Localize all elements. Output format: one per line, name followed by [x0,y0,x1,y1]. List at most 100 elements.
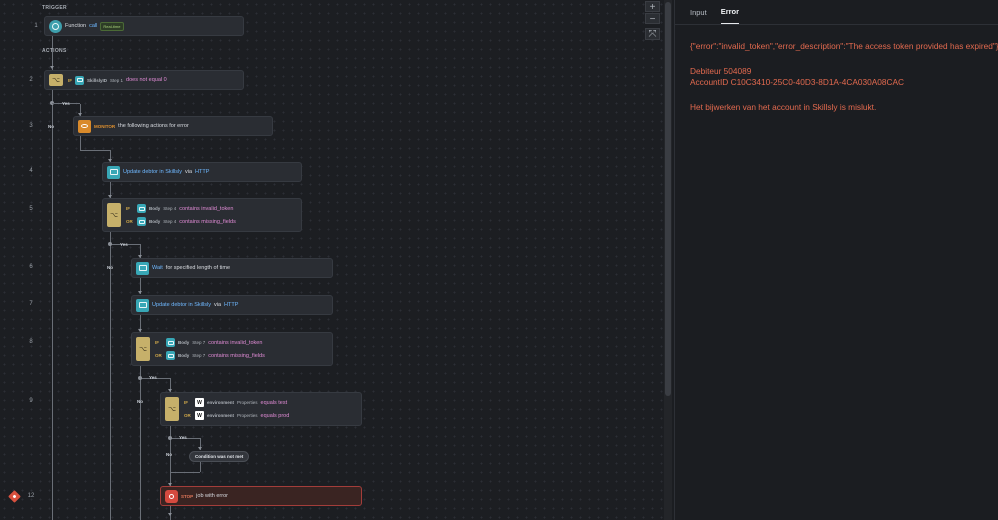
error-json: {"error":"invalid_token","error_descript… [690,41,998,51]
step-number: 12 [27,493,35,499]
via-text: via [185,169,193,175]
condition-field: SkillslyID [87,77,108,83]
branch-dot [168,436,172,440]
fit-view-button[interactable]: ⤧ [645,28,660,40]
step-3-text: the following actions for error [118,123,189,129]
step-7-http-node[interactable]: Update debtor in Skillsly via HTTP [131,295,333,315]
http-icon [137,204,146,213]
zoom-in-button[interactable]: + [645,1,660,13]
skillsly-icon [75,75,84,85]
monitor-icon [78,119,91,133]
error-warning-icon[interactable] [8,490,21,503]
condition-field: Body [149,219,161,224]
workflow-canvas[interactable]: TRIGGER ACTIONS 1 Function call Real-tim… [0,0,672,520]
or-keyword: OR [184,413,191,418]
step-5-if-node[interactable]: ⌥ IF Body Step 4 contains invalid_token … [102,198,302,232]
step-3-monitor-node[interactable]: MONITOR the following actions for error [73,116,273,136]
step-2-if-node[interactable]: ⌥ IF SkillslyID Step 1 does not equal 0 [44,70,244,90]
yes-branch-label: Yes [149,375,157,380]
step-number: 2 [29,77,33,83]
actions-section-label: ACTIONS [42,48,67,54]
step-8-if-node[interactable]: ⌥ IF Body Step 7 contains invalid_token … [131,332,333,366]
arrow-icon [198,447,202,450]
function-icon [49,19,62,33]
step-6-wait-node[interactable]: Wait for specified length of time [131,258,333,278]
yes-branch-label: Yes [179,435,187,440]
condition-operator: equals prod [260,412,290,419]
webflow-logo-icon: W [195,398,204,407]
step-1-name: Function [65,23,87,29]
step-number: 9 [29,398,33,404]
condition-field: Body [178,353,190,358]
condition-field: Body [178,340,190,345]
condition-not-met-pill: Condition was not met [189,451,250,462]
details-panel: Input Error {"error":"invalid_token","er… [674,0,998,520]
step-1-trigger-node[interactable]: Function call Real-time [44,16,244,36]
connector [140,366,141,520]
http-icon [166,338,175,347]
yes-branch-label: Yes [62,101,70,106]
if-keyword: IF [184,400,188,405]
condition-prop: Properties [237,413,258,418]
step-6-text: for specified length of time [165,265,230,271]
connector [80,150,110,151]
http-icon [136,298,149,312]
step-7-text[interactable]: Update debtor in Skillsly [152,302,211,308]
tab-error[interactable]: Error [720,7,740,24]
step-number: 1 [34,23,38,29]
zoom-controls: + − ⤧ [645,1,660,40]
http-link[interactable]: HTTP [195,169,209,175]
zoom-out-button[interactable]: − [645,13,660,25]
step-4-text[interactable]: Update debtor in Skillsly [123,169,182,175]
tab-input[interactable]: Input [690,8,707,24]
condition-field: environment [207,400,235,405]
stop-icon [165,489,178,503]
arrow-icon [138,291,142,294]
step-12-text: job with error [196,493,228,499]
connector [80,136,81,150]
step-number: 8 [29,339,33,345]
step-number: 4 [29,168,33,174]
or-keyword: OR [126,219,133,224]
step-12-stop-node[interactable]: STOP job with error [160,486,362,506]
webflow-logo-icon: W [195,411,204,420]
condition-operator: equals test [260,399,288,406]
step-number: 6 [29,264,33,270]
condition-step: Step 4 [163,206,177,211]
step-1-link[interactable]: call [89,23,97,29]
arrow-icon [50,66,54,69]
branch-dot [108,242,112,246]
http-icon [137,217,146,226]
step-4-http-node[interactable]: Update debtor in Skillsly via HTTP [102,162,302,182]
error-message: Het bijwerken van het account in Skillsl… [690,102,877,112]
debiteur-line: Debiteur 504089 [690,66,752,76]
if-keyword: IF [155,340,159,345]
http-link[interactable]: HTTP [224,302,238,308]
branch-dot [138,376,142,380]
condition-prop: Properties [237,400,258,405]
condition-step: Step 7 [192,353,206,358]
wait-link[interactable]: Wait [152,265,163,271]
condition-step: Step 1 [110,77,124,83]
realtime-badge: Real-time [100,21,124,31]
step-9-if-node[interactable]: ⌥ IF W environment Properties equals tes… [160,392,362,426]
condition-field: environment [207,413,235,418]
canvas-scrollbar[interactable] [664,0,672,520]
scrollbar-thumb[interactable] [665,2,671,396]
condition-operator: contains invalid_token [179,205,234,212]
monitor-keyword: MONITOR [94,123,116,129]
or-keyword: OR [155,353,162,358]
panel-tabs: Input Error [675,0,998,25]
condition-field: Body [149,206,161,211]
condition-operator: contains missing_fields [208,352,265,359]
step-number: 7 [29,301,33,307]
step-number: 3 [29,123,33,129]
http-icon [166,351,175,360]
condition-step: Step 4 [163,219,177,224]
condition-operator: contains missing_fields [179,218,236,225]
condition-step: Step 7 [192,340,206,345]
condition-operator: contains invalid_token [208,339,263,346]
connector [110,232,111,520]
account-id-line: AccountID C10C3410-25C0-40D3-8D1A-4CA030… [690,77,904,87]
http-icon [107,165,120,179]
